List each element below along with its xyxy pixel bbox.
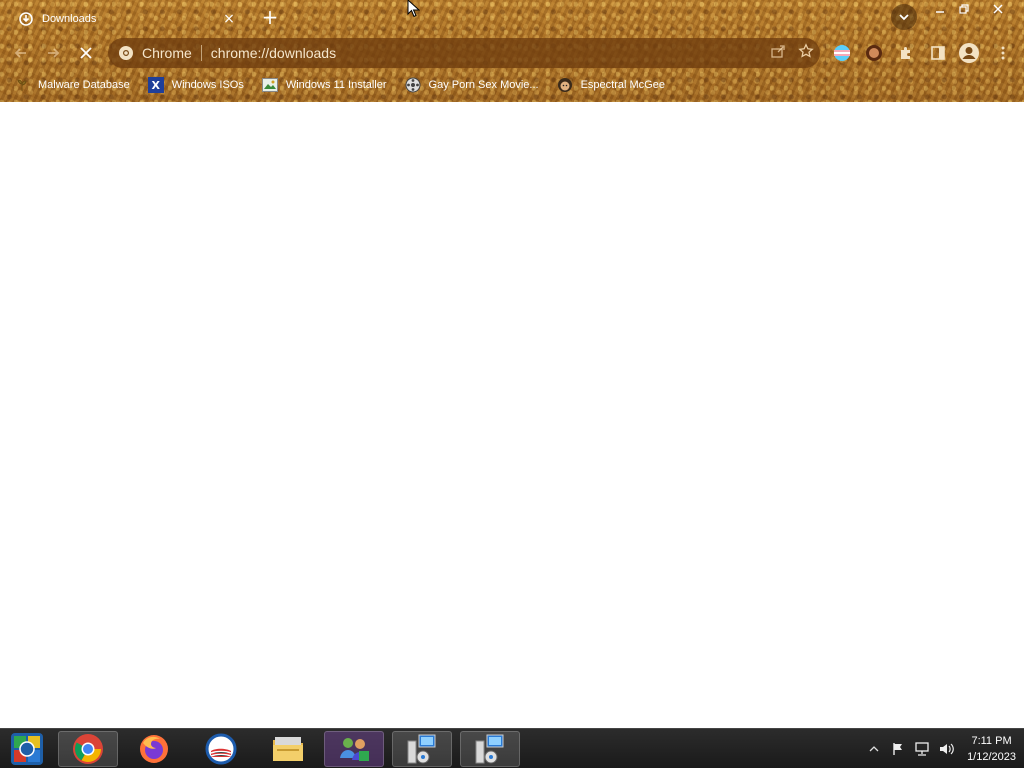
bookmark-gay-porn-sex-movie[interactable]: Gay Porn Sex Movie... xyxy=(405,77,539,93)
bookmark-windows-isos[interactable]: X Windows ISOs xyxy=(147,77,244,93)
menu-kebab-icon[interactable] xyxy=(992,42,1014,64)
taskbar-obama-logo[interactable] xyxy=(191,731,251,767)
folder-icon xyxy=(273,737,303,761)
restore-button[interactable] xyxy=(952,0,976,18)
chevron-down-icon xyxy=(899,14,909,21)
extension-flag-icon[interactable] xyxy=(831,42,853,64)
extensions-puzzle-icon[interactable] xyxy=(895,42,917,64)
action-center-flag-icon[interactable] xyxy=(887,738,909,760)
forward-arrow-icon xyxy=(48,48,60,58)
taskbar-firefox[interactable] xyxy=(124,731,184,767)
browser-frame: Downloads × + Chrome chrome://downloads xyxy=(0,0,1024,102)
minimize-button[interactable] xyxy=(928,0,952,18)
taskbar-people-app[interactable] xyxy=(324,731,384,767)
image-icon xyxy=(261,77,278,93)
bookmark-label: Espectral McGee xyxy=(580,79,665,91)
system-tray: 7:11 PM 1/12/2023 xyxy=(861,729,1016,769)
bookmark-label: Malware Database xyxy=(38,79,130,91)
bookmark-malware-database[interactable]: Malware Database xyxy=(14,77,130,93)
clock-date: 1/12/2023 xyxy=(967,751,1016,763)
network-icon[interactable] xyxy=(911,738,933,760)
show-hidden-icons-icon[interactable] xyxy=(863,738,885,760)
bookmark-espectral-mcgee[interactable]: Espectral McGee xyxy=(557,77,665,93)
users-icon xyxy=(340,738,369,761)
plant-icon xyxy=(14,77,30,93)
stop-loading-button[interactable] xyxy=(73,40,99,66)
page-content xyxy=(0,102,1024,728)
back-button[interactable] xyxy=(8,40,34,66)
start-orb-icon xyxy=(11,733,43,765)
chrome-icon xyxy=(73,734,103,764)
bookmark-star-icon[interactable] xyxy=(798,43,814,59)
omnibox-divider xyxy=(200,45,202,61)
network-setup-icon xyxy=(475,734,504,764)
mouse-cursor-icon xyxy=(407,0,421,18)
face-icon xyxy=(557,77,573,93)
bookmark-label: Gay Porn Sex Movie... xyxy=(428,79,539,91)
tab-downloads[interactable]: Downloads × xyxy=(8,4,248,34)
extension-avatar-icon[interactable] xyxy=(863,42,885,64)
close-icon xyxy=(80,47,92,59)
taskbar-chrome[interactable] xyxy=(58,731,118,767)
network-setup-icon xyxy=(407,734,436,764)
taskbar-network-setup-2[interactable] xyxy=(460,731,520,767)
x-logo-icon: X xyxy=(147,77,164,93)
url-text[interactable]: chrome://downloads xyxy=(211,45,336,61)
firefox-icon xyxy=(140,735,168,763)
bookmark-label: Windows 11 Installer xyxy=(285,79,387,91)
tab-close-button[interactable]: × xyxy=(220,11,238,27)
side-panel-icon[interactable] xyxy=(927,42,949,64)
taskbar: 7:11 PM 1/12/2023 xyxy=(0,728,1024,768)
back-arrow-icon xyxy=(14,48,26,58)
site-chip-label: Chrome xyxy=(142,45,192,61)
download-icon xyxy=(18,11,34,27)
tab-search-button[interactable] xyxy=(891,4,917,30)
forward-button[interactable] xyxy=(40,40,66,66)
address-bar[interactable]: Chrome chrome://downloads xyxy=(108,38,820,68)
chrome-logo-icon xyxy=(118,45,134,61)
volume-icon[interactable] xyxy=(935,738,957,760)
close-window-button[interactable] xyxy=(986,0,1010,18)
taskbar-clock[interactable]: 7:11 PM 1/12/2023 xyxy=(967,733,1016,765)
bookmark-label: Windows ISOs xyxy=(171,79,244,91)
toolbar: Chrome chrome://downloads xyxy=(0,36,1024,70)
bookmarks-bar: Malware Database X Windows ISOs Windows … xyxy=(0,74,1024,96)
start-button[interactable] xyxy=(0,731,54,767)
clock-time: 7:11 PM xyxy=(971,735,1012,747)
bookmark-windows-11-installer[interactable]: Windows 11 Installer xyxy=(261,77,387,93)
tab-title: Downloads xyxy=(42,13,97,25)
obama-logo-icon xyxy=(205,733,237,765)
taskbar-network-setup-1[interactable] xyxy=(392,731,452,767)
taskbar-file-explorer[interactable] xyxy=(258,731,318,767)
new-tab-button[interactable]: + xyxy=(258,6,282,30)
profile-avatar-icon[interactable] xyxy=(958,42,980,64)
reel-icon xyxy=(405,77,421,93)
share-icon[interactable] xyxy=(770,43,786,59)
